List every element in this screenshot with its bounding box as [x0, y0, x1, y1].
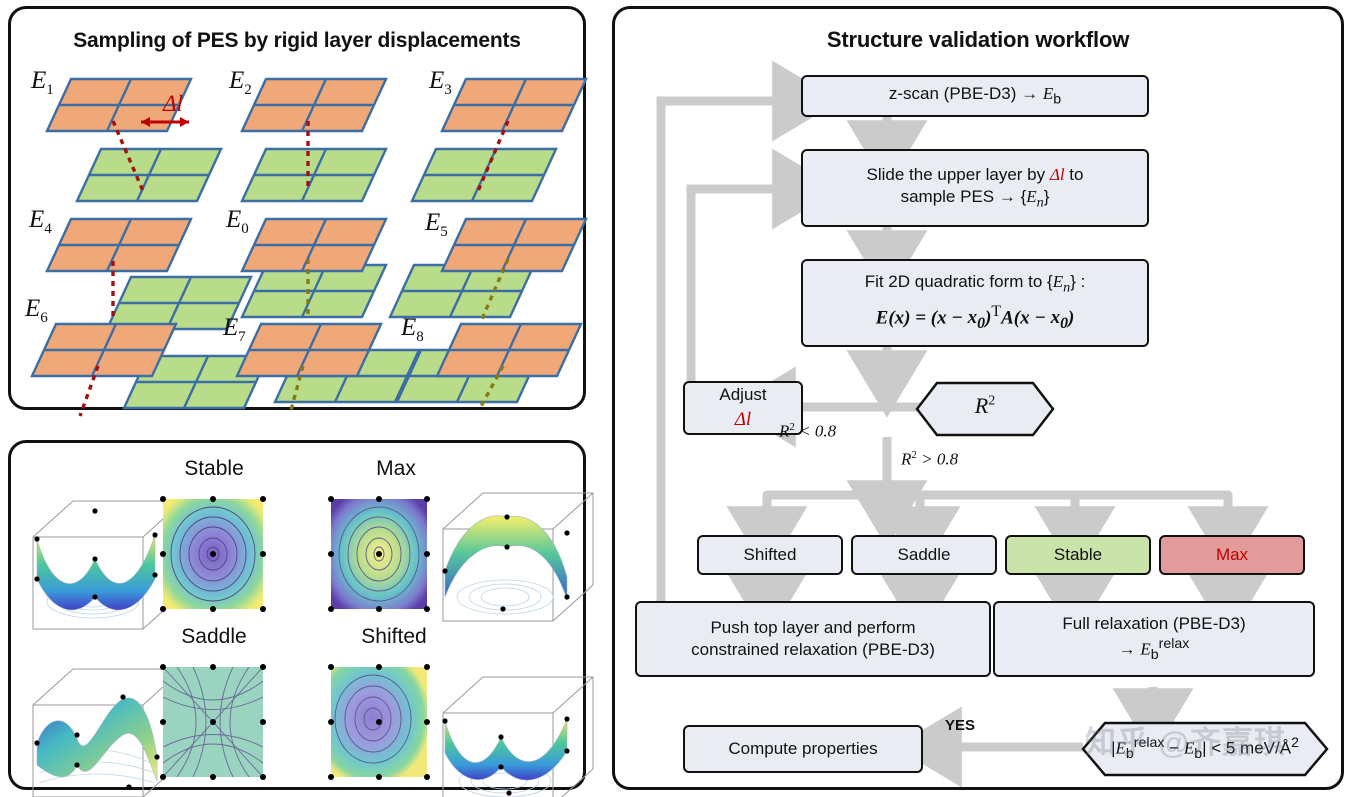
pes-thumbnails-graphic: [32, 492, 594, 797]
sub: 0: [241, 221, 249, 237]
edge-label-r2-high: R2 > 0.8: [901, 449, 959, 469]
panel-workflow: Structure validation workflow z-scan (PB…: [612, 6, 1344, 790]
node-class-max[interactable]: Max: [1159, 535, 1305, 575]
sub: 5: [440, 224, 448, 240]
node-zscan-text: z-scan (PBE-D3) → Eb: [888, 83, 1062, 108]
node-fit-line1: Fit 2D quadratic form to {En} :: [864, 272, 1086, 296]
energy-label-e7: E7: [223, 314, 246, 345]
node-adjust-line1: Adjust: [719, 385, 767, 405]
pes-label-saddle: Saddle: [181, 625, 247, 648]
node-zscan[interactable]: z-scan (PBE-D3) → Eb: [801, 75, 1149, 117]
energy-label-e4: E4: [29, 206, 52, 237]
node-slide[interactable]: Slide the upper layer by Δl to sample PE…: [801, 149, 1149, 227]
node-slide-line2: sample PES → {En}: [900, 187, 1050, 211]
node-class-shifted[interactable]: Shifted: [697, 535, 843, 575]
sub: 6: [40, 310, 48, 326]
decision-r2-text: R2: [974, 393, 996, 418]
energy-label-e5: E5: [425, 209, 448, 240]
energy-label-e3: E3: [429, 67, 452, 98]
sub: 4: [44, 221, 52, 237]
pes-label-max: Max: [376, 457, 416, 480]
pes-label-stable: Stable: [184, 457, 244, 480]
edge-label-r2-low: R2 < 0.8: [779, 421, 837, 441]
node-compute-text: Compute properties: [728, 738, 878, 758]
node-class-saddle[interactable]: Saddle: [851, 535, 997, 575]
energy-label-e1: E1: [31, 67, 54, 98]
sampling-lattice-graphic: [30, 77, 588, 417]
energy-label-e8: E8: [401, 314, 424, 345]
node-class-stable-text: Stable: [1053, 544, 1103, 564]
node-full-relax[interactable]: Full relaxation (PBE-D3) → Ebrelax: [993, 601, 1315, 677]
delta-l-label: Δl: [163, 91, 183, 116]
sub: 1: [46, 82, 54, 98]
node-class-stable[interactable]: Stable: [1005, 535, 1151, 575]
node-fit-line2: E(x) = (x − x0)TA(x − x0): [875, 302, 1075, 332]
sub: 3: [444, 82, 452, 98]
panel-sampling: Sampling of PES by rigid layer displacem…: [8, 6, 588, 417]
sub: 8: [416, 329, 424, 345]
energy-label-e6: E6: [25, 295, 48, 326]
node-push-line1: Push top layer and perform: [710, 617, 916, 637]
pes-label-shifted: Shifted: [361, 625, 427, 648]
node-class-shifted-text: Shifted: [743, 544, 797, 564]
sub: 2: [244, 82, 252, 98]
energy-label-e2: E2: [229, 67, 252, 98]
node-full-line2: → Ebrelax: [1118, 636, 1190, 664]
sub: 7: [238, 329, 246, 345]
node-adjust-line2: Δl: [734, 408, 752, 430]
node-slide-line1: Slide the upper layer by Δl to: [866, 164, 1084, 184]
node-class-max-text: Max: [1215, 544, 1249, 564]
node-compute-properties[interactable]: Compute properties: [683, 725, 923, 773]
energy-label-e0: E0: [226, 206, 249, 237]
node-full-line1: Full relaxation (PBE-D3): [1062, 613, 1246, 633]
node-push-relax[interactable]: Push top layer and perform constrained r…: [635, 601, 991, 677]
decision-energy-text: |Ebrelax − Eb| < 5 meV/Å2: [1111, 735, 1299, 763]
node-class-saddle-text: Saddle: [897, 544, 951, 564]
node-push-line2: constrained relaxation (PBE-D3): [691, 640, 935, 659]
node-fit[interactable]: Fit 2D quadratic form to {En} : E(x) = (…: [801, 259, 1149, 347]
edge-label-yes: YES: [945, 717, 976, 734]
panel-pes-types: Stable Max Saddle Shifted: [8, 440, 594, 797]
